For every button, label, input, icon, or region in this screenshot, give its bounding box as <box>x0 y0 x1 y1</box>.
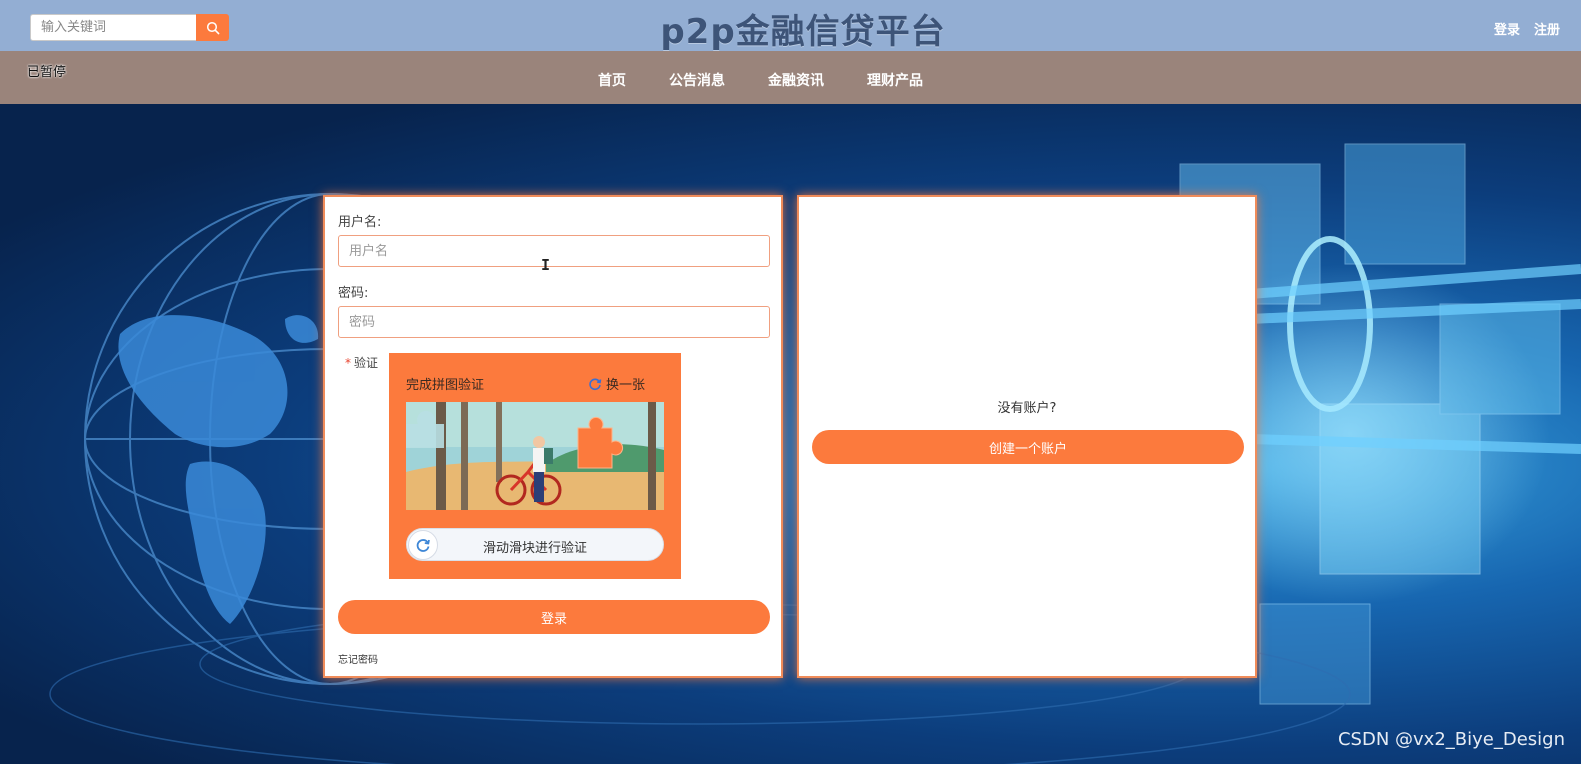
register-link[interactable]: 注册 <box>1534 19 1560 38</box>
captcha-widget: 完成拼图验证 换一张 滑动滑块进行验证 <box>389 353 681 579</box>
username-input[interactable] <box>338 235 770 267</box>
create-account-button[interactable]: 创建一个账户 <box>812 430 1244 464</box>
slider-hint: 滑动滑块进行验证 <box>482 541 587 556</box>
nav-item-products[interactable]: 理财产品 <box>867 70 923 90</box>
verify-label: * 验证 <box>345 354 378 371</box>
captcha-slider[interactable]: 滑动滑块进行验证 <box>406 528 664 561</box>
background-image <box>0 104 1581 764</box>
password-label: 密码: <box>338 286 369 301</box>
globe-background-art <box>49 143 1581 764</box>
watermark: CSDN @vx2_Biye_Design <box>1337 729 1565 750</box>
username-label: 用户名: <box>338 215 382 230</box>
nav-item-announcements[interactable]: 公告消息 <box>669 70 725 90</box>
required-star: * <box>345 356 351 370</box>
login-card: 用户名: 密码: *验证 完成拼图验证 换一张 <box>323 195 783 678</box>
captcha-title: 完成拼图验证 <box>406 378 485 393</box>
auth-links: 登录 注册 <box>1494 19 1560 38</box>
no-account-prompt: 没有账户? <box>997 401 1057 416</box>
password-input[interactable] <box>338 306 770 338</box>
captcha-puzzle-image <box>406 402 664 510</box>
nav-bar: 已暂停 首页 公告消息 金融资讯 理财产品 <box>0 51 1581 104</box>
captcha-refresh-button[interactable]: 换一张 <box>588 374 645 393</box>
captcha-refresh-label: 换一张 <box>605 378 645 393</box>
puzzle-illustration <box>406 402 664 510</box>
text-cursor-icon: I <box>541 256 551 274</box>
nav-menu: 首页 公告消息 金融资讯 理财产品 <box>598 70 966 90</box>
forgot-password-link[interactable]: 忘记密码 <box>338 651 378 666</box>
nav-item-finance-news[interactable]: 金融资讯 <box>768 70 824 90</box>
verify-label-text: 验证 <box>354 356 379 370</box>
paused-indicator: 已暂停 <box>27 65 67 80</box>
login-button[interactable]: 登录 <box>338 600 770 634</box>
site-title: p2p金融信贷平台 <box>660 12 946 52</box>
login-link[interactable]: 登录 <box>1494 19 1520 38</box>
refresh-icon <box>589 377 602 390</box>
top-header: p2p金融信贷平台 登录 注册 <box>0 0 1581 52</box>
register-card: 没有账户? 创建一个账户 <box>797 195 1257 678</box>
nav-item-home[interactable]: 首页 <box>598 70 626 90</box>
